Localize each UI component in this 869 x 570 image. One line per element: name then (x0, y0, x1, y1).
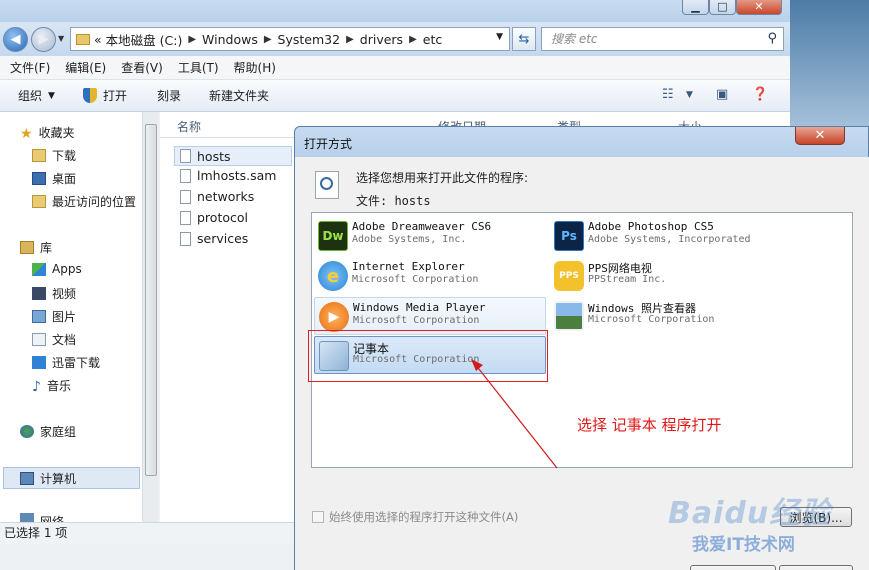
annotation-arrow (471, 359, 558, 469)
arrow-head (471, 359, 483, 371)
arrow-line (474, 363, 558, 469)
watermark-site: 我爱IT技术网 (692, 535, 795, 555)
watermark: Baidu经验 我爱IT技术网 (668, 488, 868, 570)
annotation-text: 选择 记事本 程序打开 (577, 416, 722, 434)
watermark-logo: Baidu经验 (668, 496, 832, 531)
